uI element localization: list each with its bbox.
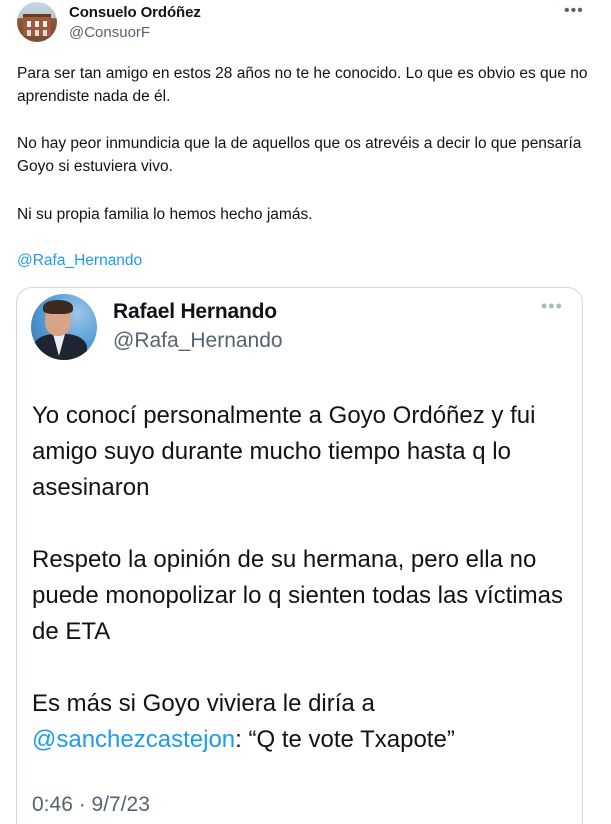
author-name[interactable]: Consuelo Ordóñez	[69, 4, 201, 21]
more-options-icon[interactable]: •••	[564, 2, 584, 20]
quoted-author-avatar[interactable]	[31, 294, 97, 360]
author-handle[interactable]: @ConsuorF	[69, 24, 150, 41]
profile-photo-building-icon	[23, 14, 51, 36]
author-avatar[interactable]	[17, 2, 57, 42]
tweet-paragraph: Para ser tan amigo en estos 28 años no t…	[17, 65, 588, 105]
quoted-tweet-card[interactable]: Rafael Hernando @Rafa_Hernando ••• Yo co…	[16, 287, 583, 824]
quoted-tweet-paragraph: Respeto la opinión de su hermana, pero e…	[32, 546, 563, 645]
paragraph-text: : “Q te vote Txapote”	[235, 726, 455, 753]
mention-link[interactable]: @Rafa_Hernando	[17, 252, 142, 270]
quoted-author-handle[interactable]: @Rafa_Hernando	[113, 329, 283, 353]
mention-link[interactable]: @sanchezcastejon	[32, 726, 235, 753]
tweet-timestamp[interactable]: 0:46 · 9/7/23	[32, 793, 150, 817]
hair-shape	[43, 300, 73, 314]
quoted-author-name[interactable]: Rafael Hernando	[113, 300, 277, 324]
tweet-paragraph: Ni su propia familia lo hemos hecho jamá…	[17, 206, 313, 223]
paragraph-text: Es más si Goyo viviera le diría a	[32, 690, 375, 717]
quoted-tweet-paragraph: Yo conocí personalmente a Goyo Ordóñez y…	[32, 402, 536, 501]
quoted-tweet-paragraph: Es más si Goyo viviera le diría a @sanch…	[32, 686, 572, 758]
quoted-more-options-icon[interactable]: •••	[541, 296, 563, 317]
tweet-paragraph: No hay peor inmundicia que la de aquello…	[17, 135, 582, 175]
